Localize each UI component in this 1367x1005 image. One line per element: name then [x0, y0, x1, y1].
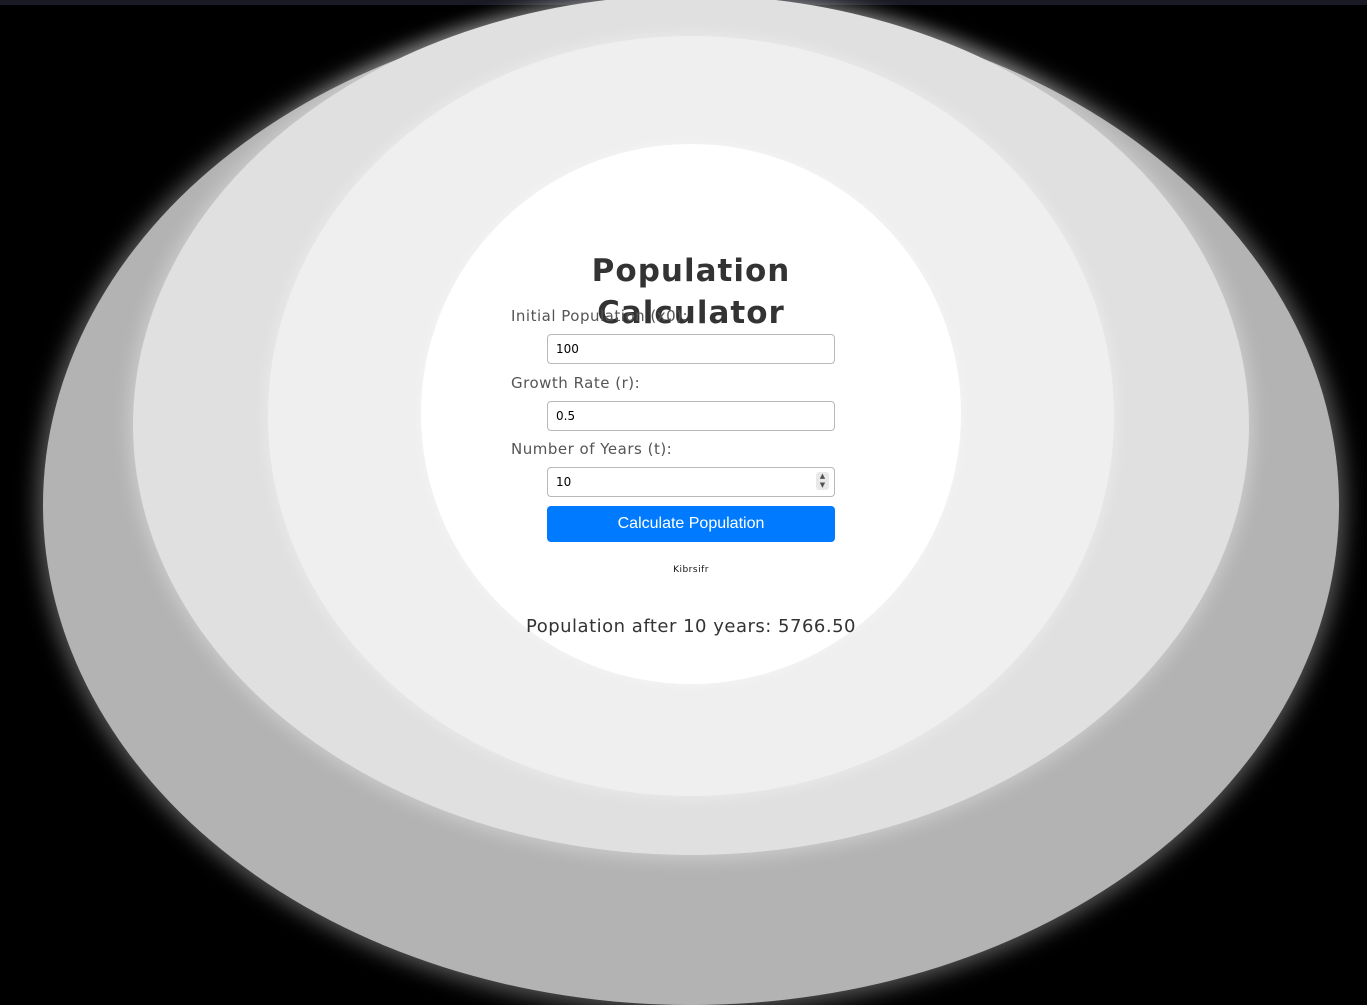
- chevron-up-icon[interactable]: ▲: [816, 472, 829, 481]
- initial-population-label: Initial Population (x0):: [511, 307, 689, 325]
- result-text: Population after 10 years: 5766.50: [526, 616, 856, 637]
- years-input[interactable]: [547, 467, 835, 497]
- chevron-down-icon[interactable]: ▼: [816, 481, 829, 490]
- credit-text: Kibrsifr: [673, 565, 709, 575]
- number-stepper[interactable]: ▲ ▼: [816, 472, 829, 490]
- growth-rate-input[interactable]: [547, 401, 835, 431]
- calculate-population-button[interactable]: Calculate Population: [547, 506, 835, 542]
- initial-population-input[interactable]: [547, 334, 835, 364]
- years-field: ▲ ▼: [547, 467, 835, 497]
- years-label: Number of Years (t):: [511, 440, 673, 458]
- growth-rate-label: Growth Rate (r):: [511, 374, 641, 392]
